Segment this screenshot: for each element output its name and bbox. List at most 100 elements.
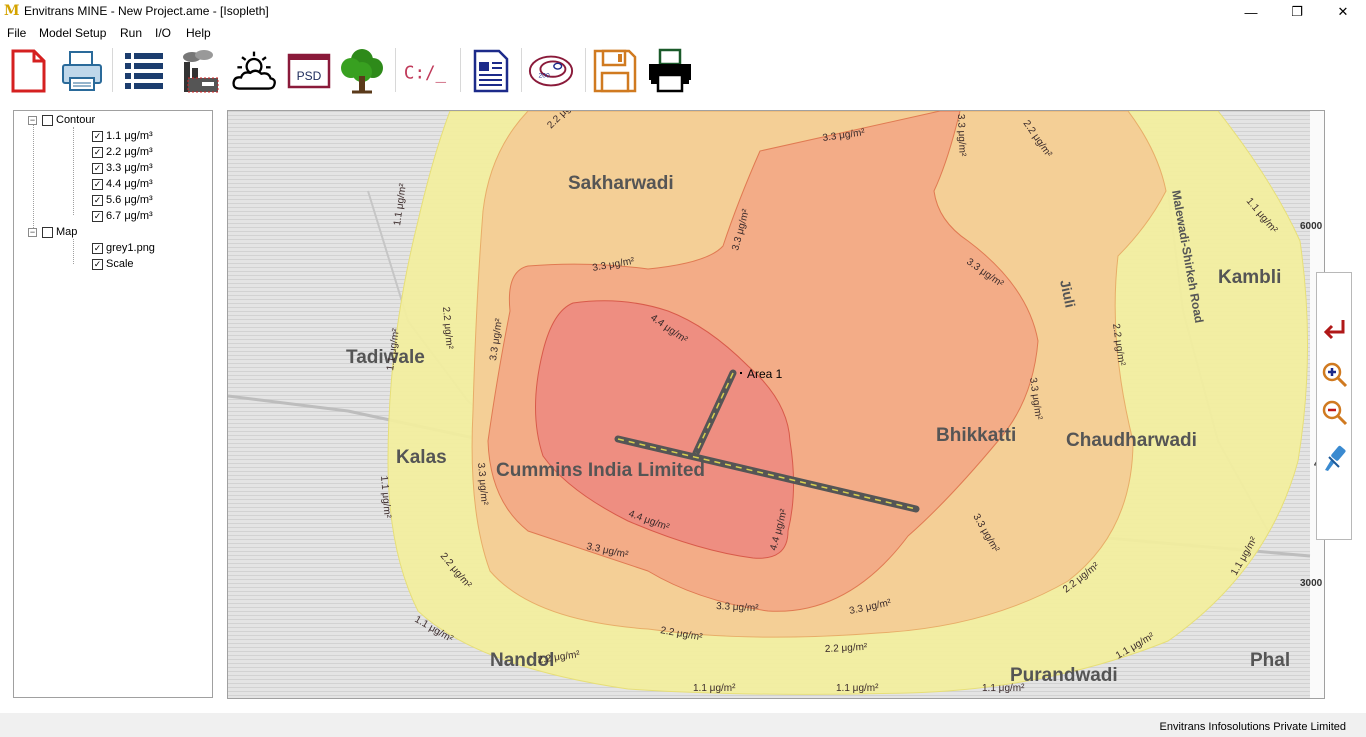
tree-connector [73,127,74,215]
tree-node-map[interactable]: − Map [28,224,77,240]
maximize-button[interactable]: ❐ [1274,0,1320,24]
contour-label: 1.1 μg/m² [693,683,736,694]
return-button[interactable] [1320,315,1350,345]
tree-item-contour-1[interactable]: ✓ 1.1 μg/m³ [92,128,153,144]
zoom-in-icon [1322,362,1348,388]
report-button[interactable] [467,46,515,96]
minimize-button[interactable]: — [1228,0,1274,24]
tree-button[interactable] [338,46,386,96]
svg-text:PSD: PSD [297,69,322,83]
toolbar: PSD C:/_ 200 [0,42,1366,100]
tree-item-contour-2[interactable]: ✓ 2.2 μg/m³ [92,144,153,160]
new-file-button[interactable] [4,46,52,96]
source-label: Area 1 [747,367,783,381]
tree-item-map-image[interactable]: ✓ grey1.png [92,240,155,256]
tree-item-scale[interactable]: ✓ Scale [92,256,134,272]
zoom-out-button[interactable] [1320,398,1350,428]
place-name: Chaudharwadi [1066,430,1197,451]
psd-icon: PSD [287,53,331,89]
contour-5-checkbox[interactable]: ✓ [92,194,103,206]
contour-icon: 200 [528,55,574,87]
map-checkbox[interactable] [42,226,53,238]
tree-item-label: 4.4 μg/m³ [106,178,153,190]
place-name: Kalas [396,447,447,468]
paint-button[interactable] [1320,443,1350,473]
contour-2-checkbox[interactable]: ✓ [92,146,103,158]
menu-model-setup[interactable]: Model Setup [39,26,106,40]
contour-label: 3.3 μg/m² [955,114,967,157]
tree-item-label: 2.2 μg/m³ [106,146,153,158]
weather-button[interactable] [230,46,278,96]
zoom-in-button[interactable] [1320,360,1350,390]
isopleth-map[interactable]: Sakharwadi Tadiwale Kalas Cummins India … [227,110,1325,699]
title-bar: M Envitrans MINE - New Project.ame - [Is… [0,0,1366,24]
save-button[interactable] [591,46,639,96]
status-bar: Envitrans Infosolutions Private Limited [0,713,1366,737]
place-name: Purandwadi [1010,665,1118,686]
contour-4-checkbox[interactable]: ✓ [92,178,103,190]
tree-connector [33,124,34,234]
menu-io[interactable]: I/O [155,26,171,40]
menu-help[interactable]: Help [186,26,211,40]
place-name: Bhikkatti [936,425,1016,446]
save-icon [593,49,637,93]
contour-label: 3.3 μg/m² [716,601,760,614]
scale-label: 6000 [1300,221,1323,232]
tree-item-contour-4[interactable]: ✓ 4.4 μg/m³ [92,176,153,192]
list-icon [125,53,163,89]
report-icon [473,49,509,93]
collapse-icon[interactable]: − [28,115,37,125]
collapse-icon[interactable]: − [28,227,37,237]
close-button[interactable]: ✕ [1320,0,1366,24]
scale-checkbox[interactable]: ✓ [92,258,103,270]
tree-node-label: Contour [56,114,96,126]
tree-item-label: 3.3 μg/m³ [106,162,153,174]
contour-3-checkbox[interactable]: ✓ [92,162,103,174]
window-title: Envitrans MINE - New Project.ame - [Isop… [24,4,269,18]
app-logo-icon: M [4,3,20,19]
contour-label: 1.1 μg/m² [982,683,1025,694]
tree-item-label: grey1.png [106,242,155,254]
command-prompt-icon: C:/_ [404,63,447,83]
tree-node-contour[interactable]: − Contour [28,112,95,128]
command-prompt-button[interactable]: C:/_ [401,46,449,96]
menu-run[interactable]: Run [120,26,142,40]
contour-button[interactable]: 200 [527,46,575,96]
company-name: Envitrans Infosolutions Private Limited [1159,721,1346,733]
tree-item-contour-5[interactable]: ✓ 5.6 μg/m³ [92,192,153,208]
tree-item-label: Scale [106,258,134,270]
menu-file[interactable]: File [7,26,26,40]
scale-label: 3000 [1300,578,1323,589]
place-name: Cummins India Limited [496,460,705,481]
toolbar-separator [395,48,396,92]
toolbar-separator [112,48,113,92]
contour-label: 2.2 μg/m² [825,642,869,655]
tree-item-label: 1.1 μg/m³ [106,130,153,142]
contour-1-checkbox[interactable]: ✓ [92,130,103,142]
toolbar-separator [460,48,461,92]
new-file-icon [11,49,46,93]
layer-tree: − Contour ✓ 1.1 μg/m³ ✓ 2.2 μg/m³ ✓ 3.3 μg/… [13,110,213,698]
svg-text:200: 200 [539,73,550,80]
contour-6-checkbox[interactable]: ✓ [92,210,103,222]
tree-item-contour-3[interactable]: ✓ 3.3 μg/m³ [92,160,153,176]
place-name: Kambli [1218,267,1281,288]
emission-source-button[interactable] [176,46,224,96]
svg-text:C:/_: C:/_ [404,63,447,83]
psd-button[interactable]: PSD [285,46,333,96]
map-image-checkbox[interactable]: ✓ [92,242,103,254]
map-canvas: Sakharwadi Tadiwale Kalas Cummins India … [228,111,1324,698]
print-button[interactable] [646,46,694,96]
print-icon [62,51,102,91]
place-name: Phal [1250,650,1290,671]
print-preview-button[interactable] [58,46,106,96]
contour-checkbox[interactable] [42,114,53,126]
tree-connector [73,239,74,264]
toolbar-separator [521,48,522,92]
tree-item-label: 6.7 μg/m³ [106,210,153,222]
tree-item-contour-6[interactable]: ✓ 6.7 μg/m³ [92,208,153,224]
tree-item-label: 5.6 μg/m³ [106,194,153,206]
list-button[interactable] [120,46,168,96]
paint-brush-icon [1325,445,1346,471]
emission-source-icon [183,50,219,93]
